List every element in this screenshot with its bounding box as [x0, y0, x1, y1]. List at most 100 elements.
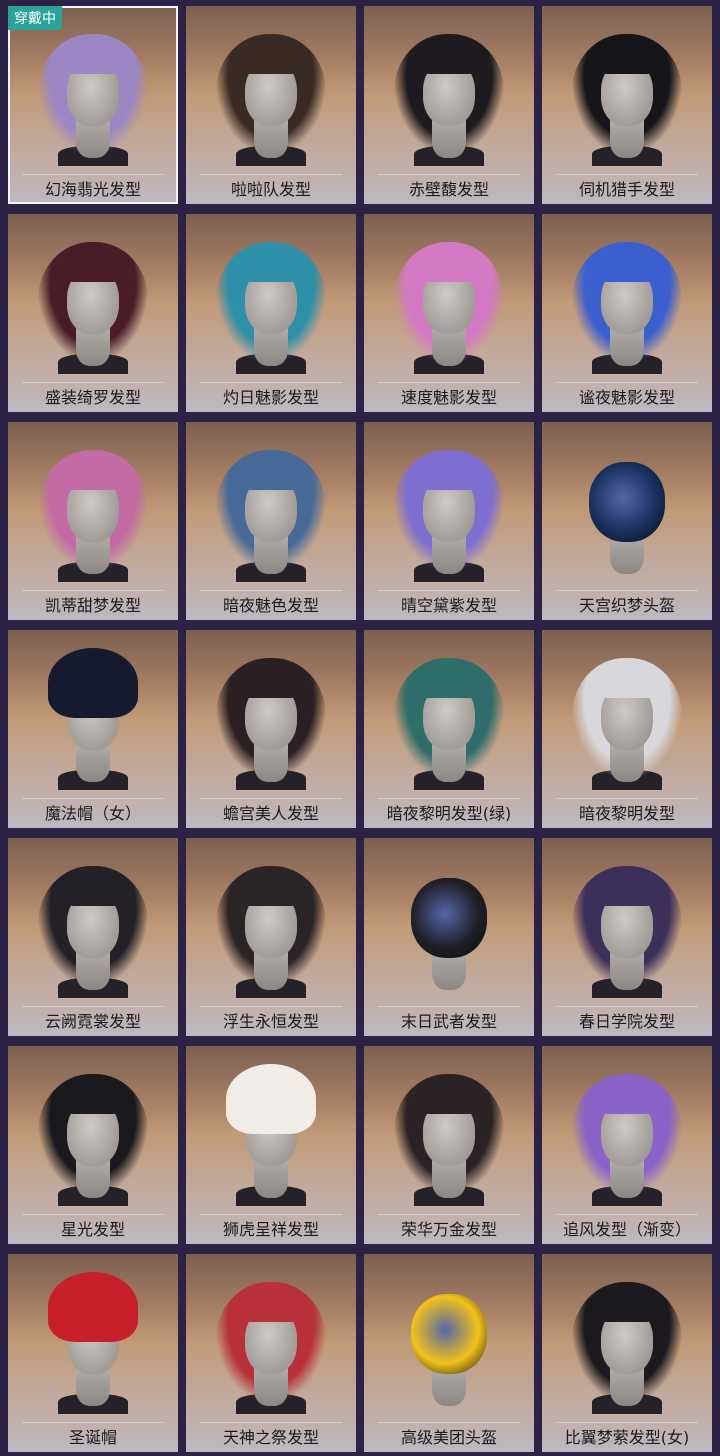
hairstyle-card[interactable]: 浮生永恒发型	[186, 838, 356, 1036]
hairstyle-card[interactable]: 蟾宫美人发型	[186, 630, 356, 828]
hair-fringe	[238, 868, 304, 906]
hairstyle-name: 盛装绮罗发型	[44, 388, 141, 407]
hairstyle-name: 赤壁馥发型	[408, 180, 489, 199]
hairstyle-name: 啦啦队发型	[230, 180, 311, 199]
hairstyle-card[interactable]: 天神之祭发型	[186, 1254, 356, 1452]
hairstyle-name: 圣诞帽	[68, 1428, 117, 1447]
hair-fringe	[594, 1284, 660, 1322]
hair-fringe	[60, 868, 126, 906]
hairstyle-card[interactable]: 高级美团头盔	[364, 1254, 534, 1452]
hairstyle-card[interactable]: 灼日魅影发型	[186, 214, 356, 412]
label-divider	[200, 1422, 342, 1423]
hairstyle-card[interactable]: 暗夜魅色发型	[186, 422, 356, 620]
hair-fringe	[60, 244, 126, 282]
hair-fringe	[416, 244, 482, 282]
hairstyle-name: 天宫织梦头盔	[578, 596, 675, 615]
label-divider	[556, 1006, 698, 1007]
hairstyle-card[interactable]: 赤壁馥发型	[364, 6, 534, 204]
hairstyle-card[interactable]: 啦啦队发型	[186, 6, 356, 204]
label-divider	[378, 174, 520, 175]
hat-preview	[226, 1064, 316, 1134]
hair-fringe	[238, 660, 304, 698]
label-divider	[22, 1422, 164, 1423]
label-divider	[22, 798, 164, 799]
hairstyle-name: 魔法帽（女）	[44, 804, 141, 823]
label-divider	[378, 1422, 520, 1423]
hairstyle-name: 高级美团头盔	[400, 1428, 497, 1447]
hairstyle-card[interactable]: 暗夜黎明发型	[542, 630, 712, 828]
hairstyle-name: 末日武者发型	[400, 1012, 497, 1031]
hairstyle-name: 追风发型（渐变）	[562, 1220, 691, 1239]
hairstyle-card[interactable]: 晴空黛紫发型	[364, 422, 534, 620]
hair-fringe	[416, 660, 482, 698]
hairstyle-card[interactable]: 伺机猎手发型	[542, 6, 712, 204]
label-divider	[22, 382, 164, 383]
label-divider	[200, 1006, 342, 1007]
hairstyle-card[interactable]: 盛装绮罗发型	[8, 214, 178, 412]
label-divider	[556, 1214, 698, 1215]
hairstyle-name: 谧夜魅影发型	[578, 388, 675, 407]
hairstyle-card[interactable]: 追风发型（渐变）	[542, 1046, 712, 1244]
hairstyle-card[interactable]: 狮虎呈祥发型	[186, 1046, 356, 1244]
hairstyle-name: 暗夜黎明发型(绿)	[386, 804, 512, 823]
hairstyle-name: 灼日魅影发型	[222, 388, 319, 407]
hairstyle-card[interactable]: 天宫织梦头盔	[542, 422, 712, 620]
hairstyle-name: 暗夜黎明发型	[578, 804, 675, 823]
label-divider	[378, 1214, 520, 1215]
label-divider	[378, 798, 520, 799]
hair-fringe	[594, 244, 660, 282]
label-divider	[22, 174, 164, 175]
helmet-preview	[589, 462, 665, 542]
hairstyle-name: 比翼梦萦发型(女)	[564, 1428, 690, 1447]
hair-fringe	[416, 1076, 482, 1114]
hair-fringe	[60, 452, 126, 490]
hairstyle-name: 狮虎呈祥发型	[222, 1220, 319, 1239]
hair-fringe	[60, 36, 126, 74]
hairstyle-card[interactable]: 末日武者发型	[364, 838, 534, 1036]
hair-fringe	[416, 452, 482, 490]
helmet-preview	[411, 878, 487, 958]
label-divider	[200, 798, 342, 799]
hat-preview	[48, 648, 138, 718]
label-divider	[378, 382, 520, 383]
hairstyle-name: 晴空黛紫发型	[400, 596, 497, 615]
hairstyle-card[interactable]: 幻海翡光发型 穿戴中	[8, 6, 178, 204]
hairstyle-name: 星光发型	[60, 1220, 125, 1239]
hair-fringe	[594, 1076, 660, 1114]
label-divider	[22, 1006, 164, 1007]
hairstyle-name: 云阙霓裳发型	[44, 1012, 141, 1031]
hairstyle-card[interactable]: 圣诞帽	[8, 1254, 178, 1452]
wearing-badge: 穿戴中	[8, 6, 62, 30]
label-divider	[22, 1214, 164, 1215]
hairstyle-name: 暗夜魅色发型	[222, 596, 319, 615]
hat-preview	[48, 1272, 138, 1342]
hairstyle-name: 浮生永恒发型	[222, 1012, 319, 1031]
label-divider	[200, 1214, 342, 1215]
hairstyle-card[interactable]: 凯蒂甜梦发型	[8, 422, 178, 620]
hair-fringe	[238, 1284, 304, 1322]
label-divider	[556, 1422, 698, 1423]
hairstyle-card[interactable]: 速度魅影发型	[364, 214, 534, 412]
hairstyle-card[interactable]: 春日学院发型	[542, 838, 712, 1036]
hairstyle-name: 蟾宫美人发型	[222, 804, 319, 823]
hairstyle-card[interactable]: 比翼梦萦发型(女)	[542, 1254, 712, 1452]
hairstyle-card[interactable]: 谧夜魅影发型	[542, 214, 712, 412]
label-divider	[22, 590, 164, 591]
hair-fringe	[594, 36, 660, 74]
hairstyle-card[interactable]: 星光发型	[8, 1046, 178, 1244]
hairstyle-name: 荣华万金发型	[400, 1220, 497, 1239]
hairstyle-card[interactable]: 暗夜黎明发型(绿)	[364, 630, 534, 828]
hairstyle-name: 伺机猎手发型	[578, 180, 675, 199]
label-divider	[556, 590, 698, 591]
hairstyle-card[interactable]: 云阙霓裳发型	[8, 838, 178, 1036]
label-divider	[556, 382, 698, 383]
hair-fringe	[238, 244, 304, 282]
label-divider	[200, 590, 342, 591]
hairstyle-name: 幻海翡光发型	[44, 180, 141, 199]
hairstyle-card[interactable]: 荣华万金发型	[364, 1046, 534, 1244]
label-divider	[200, 382, 342, 383]
hairstyle-card[interactable]: 魔法帽（女）	[8, 630, 178, 828]
label-divider	[556, 174, 698, 175]
hairstyle-grid: 幻海翡光发型 穿戴中啦啦队发型 赤壁馥发型 伺机猎手发型盛装绮罗发型 灼日魅影发型 速度魅…	[0, 0, 720, 1456]
hairstyle-name: 天神之祭发型	[222, 1428, 319, 1447]
